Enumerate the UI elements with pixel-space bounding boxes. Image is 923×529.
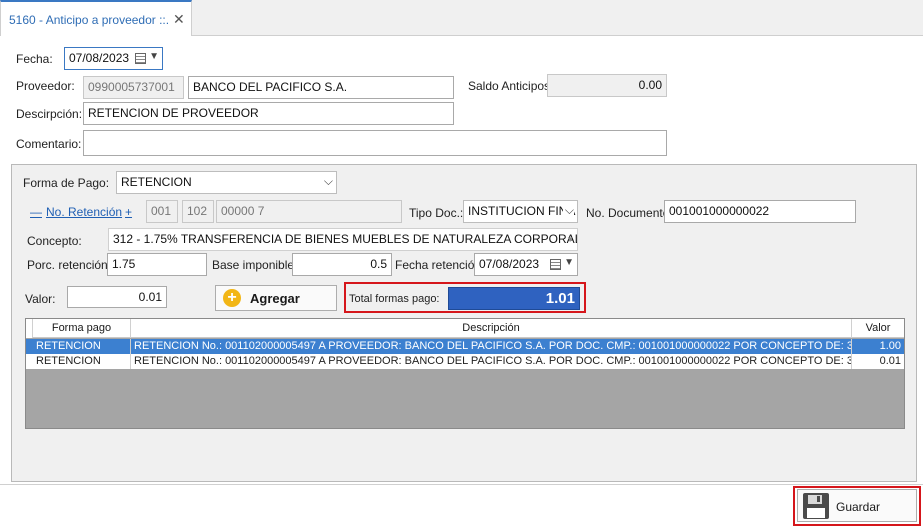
cell-valor: 0.01 [879,355,901,367]
total-formas-pago-label: Total formas pago: [349,293,440,305]
valor-field[interactable]: 0.01 [67,286,167,308]
remove-retencion-link[interactable]: — [30,205,42,219]
agregar-button[interactable]: + Agregar [215,285,337,311]
fecha-date-picker[interactable]: 07/08/2023 ▼ [64,47,163,70]
table-row[interactable]: RETENCION RETENCION No.: 001102000005497… [26,339,904,354]
formas-pago-grid: Forma pago Descripción Valor RETENCION R… [25,318,905,429]
guardar-label: Guardar [836,500,881,514]
proveedor-name-field[interactable]: BANCO DEL PACIFICO S.A. [188,76,454,99]
chevron-down-icon[interactable]: ⌵ [324,174,333,189]
calendar-icon[interactable] [550,259,561,270]
comentario-field[interactable] [83,130,667,156]
retencion-numero-field: 00000 7 [216,200,402,223]
add-retencion-link[interactable]: + [125,205,132,219]
cell-forma-pago: RETENCION [33,339,131,354]
cell-descripcion: RETENCION No.: 001102000005497 A PROVEED… [131,339,852,354]
tab-title: 5160 - Anticipo a proveedor ::. [9,13,170,27]
descripcion-field[interactable]: RETENCION DE PROVEEDOR [83,102,454,125]
concepto-label: Concepto: [27,234,82,248]
retencion-serie2-field: 102 [182,200,214,223]
no-documento-field[interactable]: 001001000000022 [664,200,856,223]
descripcion-label: Descirpción: [16,107,83,121]
valor-label: Valor: [25,292,56,306]
proveedor-code-field: 0990005737001 [83,76,184,99]
chevron-down-icon[interactable]: ▼ [566,235,574,244]
fecha-retencion-label: Fecha retención: [395,258,485,272]
table-row[interactable]: RETENCION RETENCION No.: 001102000005497… [26,354,904,369]
guardar-button[interactable]: Guardar [797,489,917,522]
close-icon[interactable]: ✕ [173,11,185,28]
no-documento-label: No. Documento: [586,206,673,220]
forma-pago-select[interactable]: RETENCION ⌵ [116,171,337,194]
col-descripcion[interactable]: Descripción [131,319,852,338]
saldo-label: Saldo Anticipos: [468,79,554,93]
saldo-anticipos-field: 0.00 [547,74,667,97]
forma-pago-value: RETENCION [121,175,192,189]
total-formas-pago-field: 1.01 [448,287,580,310]
tipo-doc-select[interactable]: INSTITUCION FINA ⌵ [463,200,578,223]
fecha-retencion-date-picker[interactable]: 07/08/2023 ▼ [474,253,578,276]
forma-pago-label: Forma de Pago: [23,176,110,190]
calendar-icon[interactable] [135,53,146,64]
comentario-label: Comentario: [16,137,82,151]
chevron-down-icon[interactable]: ▼ [564,257,574,268]
concepto-select[interactable]: 312 - 1.75% TRANSFERENCIA DE BIENES MUEB… [108,228,578,251]
tab-anticipo-proveedor[interactable]: 5160 - Anticipo a proveedor ::. ✕ [0,0,192,37]
cell-descripcion: RETENCION No.: 001102000005497 A PROVEED… [131,354,852,369]
col-valor[interactable]: Valor [852,319,904,338]
cell-valor: 1.00 [879,340,901,352]
proveedor-label: Proveedor: [16,79,75,93]
add-icon: + [223,289,241,307]
porc-retencion-label: Porc. retención: [27,258,112,272]
tipo-doc-label: Tipo Doc.: [409,206,464,220]
porc-retencion-field[interactable]: 1.75 [107,253,207,276]
footer-divider [0,484,923,485]
retencion-serie1-field: 001 [146,200,178,223]
fecha-value: 07/08/2023 [69,51,130,65]
fecha-label: Fecha: [16,52,53,66]
base-imponible-label: Base imponible: [212,258,298,272]
chevron-down-icon[interactable]: ▼ [149,51,159,62]
agregar-label: Agregar [250,291,300,306]
row-indicator-header [26,319,33,338]
chevron-down-icon[interactable]: ⌵ [562,203,574,218]
tipo-doc-value: INSTITUCION FINA [468,204,576,218]
concepto-value: 312 - 1.75% TRANSFERENCIA DE BIENES MUEB… [113,232,578,246]
base-imponible-field[interactable]: 0.5 [292,253,392,276]
fecha-retencion-value: 07/08/2023 [479,257,540,271]
col-forma-pago[interactable]: Forma pago [33,319,131,338]
grid-header: Forma pago Descripción Valor [26,319,904,338]
save-icon [803,493,829,519]
no-retencion-link[interactable]: No. Retención [46,205,122,219]
cell-forma-pago: RETENCION [33,354,131,369]
